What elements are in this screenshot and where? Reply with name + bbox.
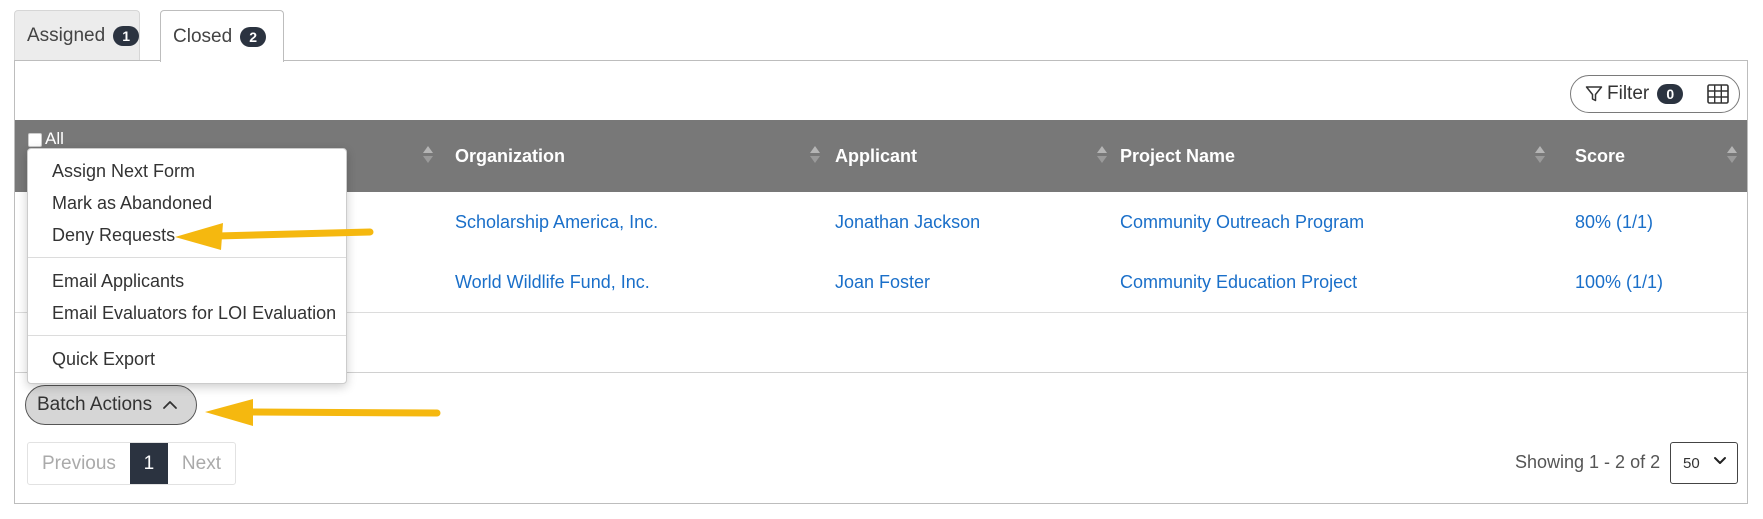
per-page-select[interactable]: 50 bbox=[1670, 442, 1738, 484]
column-header-organization[interactable]: Organization bbox=[455, 146, 565, 167]
tab-closed-count-badge: 2 bbox=[240, 26, 267, 47]
annotation-arrow-icon bbox=[205, 399, 441, 426]
column-header-project-name[interactable]: Project Name bbox=[1120, 146, 1235, 167]
sort-icon[interactable] bbox=[1727, 144, 1737, 166]
tab-closed[interactable]: Closed 2 bbox=[160, 10, 284, 62]
chevron-down-icon bbox=[1714, 457, 1726, 464]
score-link[interactable]: 100% (1/1) bbox=[1575, 272, 1663, 293]
tab-assigned[interactable]: Assigned 1 bbox=[14, 10, 140, 60]
batch-actions-button[interactable]: Batch Actions bbox=[25, 385, 197, 425]
menu-item-mark-as-abandoned[interactable]: Mark as Abandoned bbox=[52, 193, 212, 214]
batch-actions-label: Batch Actions bbox=[37, 394, 153, 415]
menu-divider bbox=[28, 335, 346, 336]
organization-link[interactable]: World Wildlife Fund, Inc. bbox=[455, 272, 650, 293]
menu-divider bbox=[28, 257, 346, 258]
sort-icon[interactable] bbox=[1535, 144, 1545, 166]
annotation-arrow-icon bbox=[175, 223, 374, 250]
sort-icon[interactable] bbox=[1097, 144, 1107, 166]
project-name-link[interactable]: Community Education Project bbox=[1120, 272, 1357, 293]
select-all-label: All bbox=[45, 129, 64, 148]
menu-item-email-evaluators[interactable]: Email Evaluators for LOI Evaluation bbox=[52, 303, 336, 324]
column-header-applicant[interactable]: Applicant bbox=[835, 146, 917, 167]
sort-icon[interactable] bbox=[810, 144, 820, 166]
menu-item-deny-requests[interactable]: Deny Requests bbox=[52, 225, 175, 246]
page-1-button[interactable]: 1 bbox=[129, 443, 168, 484]
organization-link[interactable]: Scholarship America, Inc. bbox=[455, 212, 658, 233]
score-link[interactable]: 80% (1/1) bbox=[1575, 212, 1653, 233]
menu-item-assign-next-form[interactable]: Assign Next Form bbox=[52, 161, 195, 182]
filter-count-badge: 0 bbox=[1657, 84, 1684, 104]
tab-assigned-label: Assigned bbox=[27, 24, 106, 46]
results-count-text: Showing 1 - 2 of 2 bbox=[1515, 452, 1661, 472]
select-all-checkbox[interactable] bbox=[28, 133, 42, 147]
column-header-score[interactable]: Score bbox=[1575, 146, 1625, 167]
batch-actions-menu: Assign Next Form Mark as Abandoned Deny … bbox=[27, 148, 347, 384]
sort-icon[interactable] bbox=[423, 144, 433, 166]
column-grid-icon[interactable] bbox=[1707, 84, 1729, 104]
applicant-link[interactable]: Joan Foster bbox=[835, 272, 930, 293]
filter-icon bbox=[1585, 86, 1603, 102]
pagination: Previous 1 Next bbox=[27, 442, 236, 485]
previous-page-button[interactable]: Previous bbox=[28, 443, 130, 484]
filter-button[interactable]: Filter 0 bbox=[1570, 75, 1740, 113]
applicant-link[interactable]: Jonathan Jackson bbox=[835, 212, 980, 233]
menu-item-email-applicants[interactable]: Email Applicants bbox=[52, 271, 184, 292]
tab-assigned-count-badge: 1 bbox=[113, 25, 140, 46]
per-page-value: 50 bbox=[1683, 454, 1700, 472]
filter-label: Filter bbox=[1607, 83, 1650, 104]
menu-item-quick-export[interactable]: Quick Export bbox=[52, 349, 155, 370]
next-page-button[interactable]: Next bbox=[168, 443, 235, 484]
tab-closed-label: Closed bbox=[173, 25, 233, 47]
chevron-up-icon bbox=[163, 401, 178, 409]
project-name-link[interactable]: Community Outreach Program bbox=[1120, 212, 1364, 233]
